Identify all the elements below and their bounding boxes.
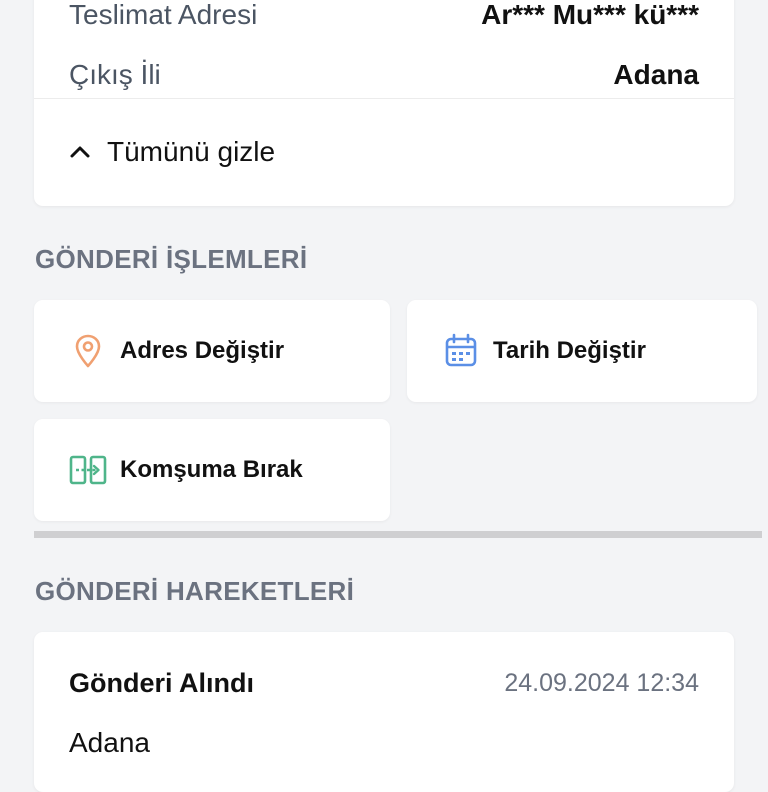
leave-with-neighbor-button[interactable]: Komşuma Bırak [34,419,390,521]
detail-value: Ar*** Mu*** kü*** [481,0,699,30]
divider [34,98,734,99]
detail-label: Teslimat Adresi [69,0,258,30]
chevron-up-icon [70,146,90,158]
shipment-details-card: Teslimat Adresi Ar*** Mu*** kü*** Çıkış … [34,0,734,206]
hide-all-toggle[interactable]: Tümünü gizle [69,132,275,172]
location-pin-icon [68,331,108,371]
detail-label: Çıkış İli [69,59,161,90]
event-timestamp: 24.09.2024 12:34 [504,669,699,697]
shipment-event-card: Gönderi Alındı 24.09.2024 12:34 Adana [34,632,734,792]
event-location: Adana [69,727,150,758]
action-label: Komşuma Bırak [120,456,303,483]
section-separator [34,531,762,538]
detail-row-origin-city: Çıkış İli Adana [69,55,699,95]
neighbor-transfer-icon [68,450,108,490]
change-date-button[interactable]: Tarih Değiştir [407,300,757,402]
section-title-movements: GÖNDERİ HAREKETLERİ [35,576,355,606]
detail-value: Adana [613,59,699,90]
action-label: Tarih Değiştir [493,337,646,364]
calendar-icon [441,331,481,371]
section-title-operations: GÖNDERİ İŞLEMLERİ [35,244,308,274]
detail-row-delivery-address: Teslimat Adresi Ar*** Mu*** kü*** [69,0,699,35]
hide-all-label: Tümünü gizle [107,136,276,167]
event-title: Gönderi Alındı [69,668,254,698]
action-label: Adres Değiştir [120,337,285,364]
change-address-button[interactable]: Adres Değiştir [34,300,390,402]
